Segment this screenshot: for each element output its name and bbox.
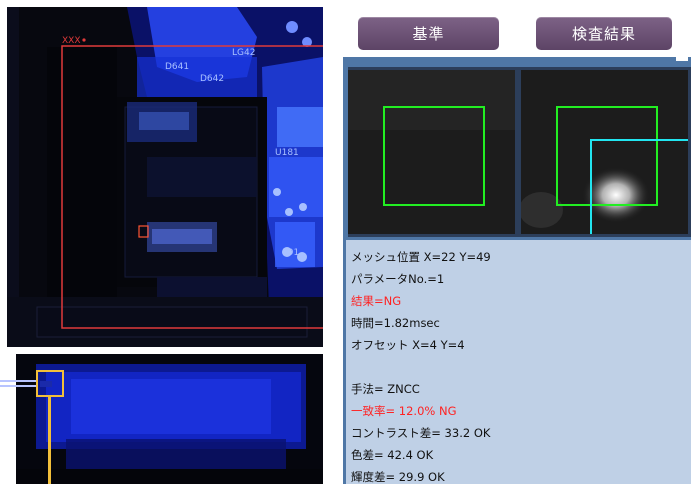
match-rate-text: 一致率= 12.0% NG — [351, 404, 457, 418]
offset-text: オフセット X=4 Y=4 — [351, 338, 465, 352]
detail-pointer — [0, 370, 64, 484]
reference-thumbnail[interactable] — [348, 70, 515, 234]
color-diff-text: 色差= 42.4 OK — [351, 448, 434, 462]
reference-button[interactable]: 基準 — [358, 17, 499, 50]
silk-label: D642 — [200, 74, 224, 84]
time-text: 時間=1.82msec — [351, 316, 440, 330]
board-image[interactable]: D641 D642 LG42 U181 191 XXX — [7, 7, 323, 347]
result-text: 結果=NG — [351, 294, 402, 308]
inspection-result-button[interactable]: 検査結果 — [536, 17, 672, 50]
inspection-info: メッシュ位置 X=22 Y=49 パラメータNo.=1 結果=NG 時間=1.8… — [346, 240, 691, 484]
mesh-position-text: メッシュ位置 X=22 Y=49 — [351, 250, 491, 264]
method-text: 手法= ZNCC — [351, 382, 420, 396]
silk-label: 191 — [282, 248, 299, 258]
inspection-label: XXX — [62, 36, 81, 46]
silk-label: D641 — [165, 62, 189, 72]
silk-label: LG42 — [232, 48, 255, 58]
panel-corner-mark — [676, 57, 688, 61]
silk-label: U181 — [275, 148, 299, 158]
thumbnail-strip — [348, 67, 691, 237]
result-thumbnail[interactable] — [521, 70, 688, 234]
contrast-diff-text: コントラスト差= 33.2 OK — [351, 426, 491, 440]
brightness-diff-text: 輝度差= 29.9 OK — [351, 470, 445, 484]
parameter-no-text: パラメータNo.=1 — [351, 272, 445, 286]
